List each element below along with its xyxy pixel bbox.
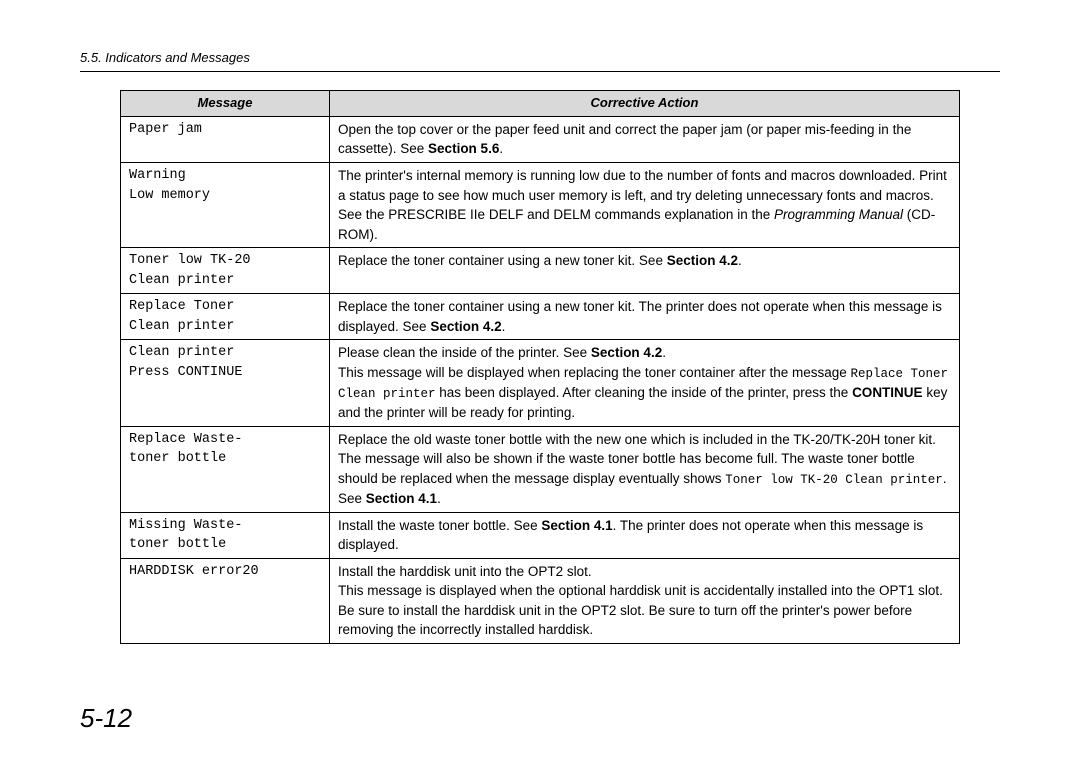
message-cell: Paper jam [121,116,330,162]
table-row: HARDDISK error20 Install the harddisk un… [121,558,960,643]
page-number: 5-12 [80,703,132,734]
table-row: Clean printer Press CONTINUE Please clea… [121,340,960,426]
col-header-message: Message [121,91,330,117]
table-row: Paper jam Open the top cover or the pape… [121,116,960,162]
message-cell: Clean printer Press CONTINUE [121,340,330,426]
running-head: 5.5. Indicators and Messages [80,50,1000,72]
action-cell: Please clean the inside of the printer. … [330,340,960,426]
table-header-row: Message Corrective Action [121,91,960,117]
message-cell: HARDDISK error20 [121,558,330,643]
action-cell: Install the waste toner bottle. See Sect… [330,512,960,558]
message-cell: Missing Waste- toner bottle [121,512,330,558]
action-cell: The printer's internal memory is running… [330,162,960,247]
table-row: Replace Toner Clean printer Replace the … [121,294,960,340]
action-cell: Replace the old waste toner bottle with … [330,426,960,512]
action-cell: Replace the toner container using a new … [330,248,960,294]
table-row: Warning Low memory The printer's interna… [121,162,960,247]
message-cell: Replace Waste- toner bottle [121,426,330,512]
message-cell: Warning Low memory [121,162,330,247]
action-cell: Replace the toner container using a new … [330,294,960,340]
table-row: Toner low TK-20 Clean printer Replace th… [121,248,960,294]
action-cell: Install the harddisk unit into the OPT2 … [330,558,960,643]
col-header-action: Corrective Action [330,91,960,117]
messages-table: Message Corrective Action Paper jam Open… [120,90,960,644]
message-cell: Replace Toner Clean printer [121,294,330,340]
action-cell: Open the top cover or the paper feed uni… [330,116,960,162]
message-cell: Toner low TK-20 Clean printer [121,248,330,294]
table-row: Replace Waste- toner bottle Replace the … [121,426,960,512]
table-row: Missing Waste- toner bottle Install the … [121,512,960,558]
